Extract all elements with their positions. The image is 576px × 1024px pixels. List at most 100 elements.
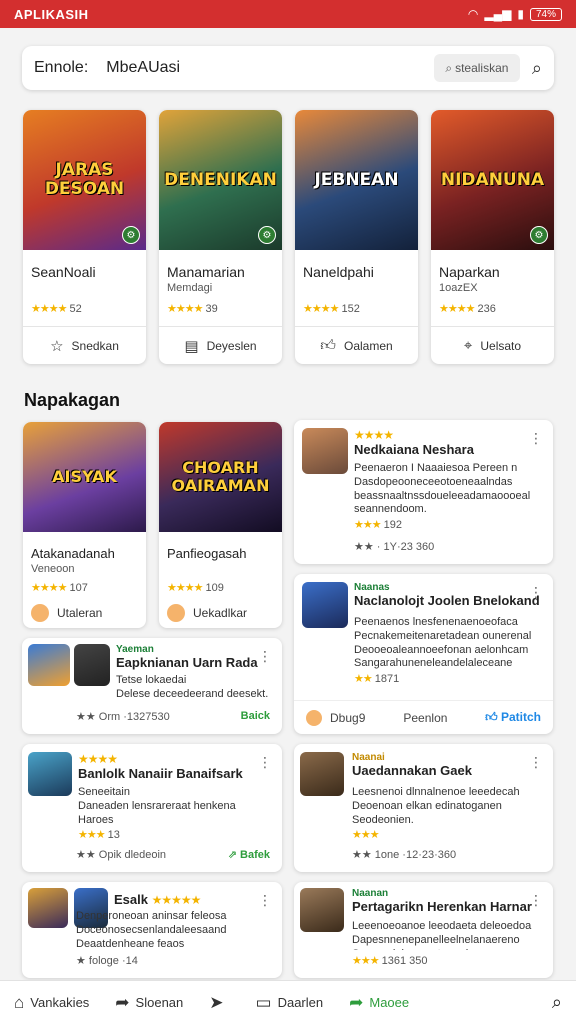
signal-icon: ▂▄▆ [484, 7, 512, 21]
game-name: SeanNoali [31, 264, 96, 280]
avatar [300, 752, 344, 796]
avatar [28, 752, 72, 796]
review-rating: ★★★ [352, 829, 380, 841]
game-name: Manamarian [167, 264, 245, 280]
review-card[interactable]: ★★★★ Nedkaiana Neshara ⋮ Peenaeron I Naa… [294, 420, 553, 564]
avatar [300, 888, 344, 932]
nav-item-home[interactable]: ⌂ Vankakies [14, 993, 89, 1013]
game-name: Atakanadanah [31, 546, 115, 561]
more-icon[interactable]: ⋮ [258, 892, 272, 909]
review-action-button[interactable]: Baick [241, 710, 270, 722]
more-icon[interactable]: ⋮ [529, 892, 543, 909]
share-icon: ➦ [349, 992, 364, 1012]
chat-icon: ▭ [255, 992, 272, 1012]
more-icon[interactable]: ⋮ [529, 754, 543, 771]
review-foot-mid[interactable]: Peenlon [403, 711, 447, 725]
review-meta: ★★ Opik dledeoin [76, 849, 167, 861]
review-card[interactable]: Yaeman Eapknianan Uarn Rada ⋮ Tetse loka… [22, 638, 282, 734]
game-card[interactable]: DENENIKAN ⚙ Manamarian Memdagi ★★★★ 39 ▤… [159, 110, 282, 364]
game-rating: ★★★★ 52 [31, 303, 82, 315]
game-rating: ★★★★ 109 [167, 582, 224, 594]
review-body: Daneaden lensrareraat henkena Haroes [78, 799, 236, 826]
game-cover: AISYAK [23, 422, 146, 532]
game-subtitle [303, 282, 410, 294]
game-card[interactable]: CHOARH OAIRAMAN Panfieogasah ★★★★ 109 Ue… [159, 422, 282, 628]
nav-item-chat[interactable]: ▭ Daarlen [256, 993, 324, 1013]
nav-item-send[interactable]: ➤ [209, 993, 229, 1013]
review-rating: ★★★ 13 [78, 829, 120, 841]
game-cover: JARAS DESOAN ⚙ [23, 110, 146, 250]
review-tag: Naanas [354, 582, 390, 593]
review-body: Peenaenos lnesfenenaenoeofaca Pecnakemei… [354, 616, 532, 672]
review-meta: ★★ Orm ·1327530 [76, 711, 170, 723]
wifi-icon: ◠ [467, 7, 479, 21]
game-action-button[interactable]: ⌖ Uelsato [431, 326, 554, 364]
search-chip[interactable]: ⌕ stealiskan [433, 54, 520, 82]
game-card[interactable]: AISYAK Atakanadanah Veneoon ★★★★ 107 Uta… [23, 422, 146, 628]
nav-item-share[interactable]: ➦ Sloenan [115, 993, 183, 1013]
game-foot[interactable]: Uekadlkar [167, 604, 247, 622]
game-action-button[interactable]: 👍︎ Oalamen [295, 326, 418, 364]
more-icon[interactable]: ⋮ [258, 648, 272, 665]
review-body: Seneeitain [78, 786, 130, 798]
game-subtitle: Veneoon [31, 563, 75, 575]
avatar [306, 709, 322, 726]
review-stars: ★★★★★ [151, 893, 202, 907]
review-body: Peenaeron I Naaaiesoa Pereen n Dasdopeoo… [354, 462, 531, 516]
battery-level: 74% [529, 7, 562, 21]
review-card[interactable]: Esalk ★★★★★ ⋮ Denperoneoan aninsar feleo… [22, 882, 282, 978]
game-card[interactable]: JEBNEAN Naneldpahi ★★★★ 152 👍︎ Oalamen [295, 110, 418, 364]
review-card[interactable]: Naanai Uaedannakan Gaek ⋮ Leesnenoi dlnn… [294, 744, 553, 872]
game-action-button[interactable]: ▤ Deyeslen [159, 326, 282, 364]
game-card[interactable]: NIDANUNA ⚙ Naparkan 1oazEX ★★★★ 236 ⌖ Uel… [431, 110, 554, 364]
like-button[interactable]: 👍︎ Patitch [485, 710, 541, 725]
review-card[interactable]: Naanan Pertagarikn Herenkan Harnar ⋮ Lee… [294, 882, 553, 978]
review-meta: ★★ 1one ·12·23·360 [352, 849, 457, 861]
game-card[interactable]: JARAS DESOAN ⚙ SeanNoali ★★★★ 52 ☆ Snedka… [23, 110, 146, 364]
game-cover: CHOARH OAIRAMAN [159, 422, 282, 532]
search-icon: ⌕ [445, 60, 453, 75]
send-icon: ➤ [209, 992, 224, 1012]
more-icon[interactable]: ⋮ [529, 584, 543, 601]
avatar [28, 644, 70, 686]
review-meta: ★★ · 1Y·23 360 [354, 541, 435, 553]
search-label: Ennole: [34, 59, 89, 76]
review-card[interactable]: ★★★★ Banlolk Nanaiir Banaifsark ⋮ Seneei… [22, 744, 282, 872]
app-name: APLIKASIH [14, 6, 89, 22]
game-rating: ★★★★ 152 [303, 303, 360, 315]
review-title: Nedkaiana Neshara [354, 442, 474, 457]
battery-icon: ▮ [517, 7, 524, 21]
search-input[interactable]: MbeAUasi [106, 59, 180, 77]
review-body: Denperoneoan aninsar feleosa Doceonosecs… [76, 910, 227, 950]
tag-icon: ⌖ [463, 337, 473, 354]
game-foot[interactable]: Utaleran [31, 604, 102, 622]
more-icon[interactable]: ⋮ [529, 430, 543, 447]
section-title: Napakagan [24, 390, 121, 410]
review-card[interactable]: Naanas Naclanolojt Joolen Bnelokand ⋮ Pe… [294, 574, 553, 734]
review-meta: ★ fologe ·14 [76, 955, 138, 967]
avatar [302, 428, 348, 474]
search-icon[interactable]: ⌕ [552, 992, 562, 1013]
review-title: Banlolk Nanaiir Banaifsark [78, 766, 243, 781]
status-bar: APLIKASIH ◠ ▂▄▆ ▮ 74% [0, 0, 576, 28]
avatar [167, 604, 185, 622]
game-action-button[interactable]: ☆ Snedkan [23, 326, 146, 364]
game-rating: ★★★★ 39 [167, 303, 218, 315]
game-badge-icon: ⚙ [122, 226, 140, 244]
review-action-button[interactable]: ⇗ Bafek [228, 848, 270, 861]
game-badge-icon: ⚙ [258, 226, 276, 244]
search-icon[interactable]: ⌕ [532, 58, 542, 79]
search-chip-label: stealiskan [455, 61, 509, 75]
avatar [28, 888, 68, 928]
review-title: Uaedannakan Gaek [352, 763, 472, 778]
game-badge-icon: ⚙ [530, 226, 548, 244]
review-tag: Yaeman [116, 644, 154, 655]
game-cover: JEBNEAN [295, 110, 418, 250]
game-rating: ★★★★ 236 [439, 303, 496, 315]
game-name: Panfieogasah [167, 546, 247, 561]
game-subtitle [167, 563, 274, 575]
more-icon[interactable]: ⋮ [258, 754, 272, 771]
search-bar[interactable]: Ennole: MbeAUasi ⌕ stealiskan ⌕ [22, 46, 554, 90]
nav-item-more[interactable]: ➦ Maoee [349, 993, 409, 1013]
review-title: Eapknianan Uarn Rada [116, 655, 258, 670]
